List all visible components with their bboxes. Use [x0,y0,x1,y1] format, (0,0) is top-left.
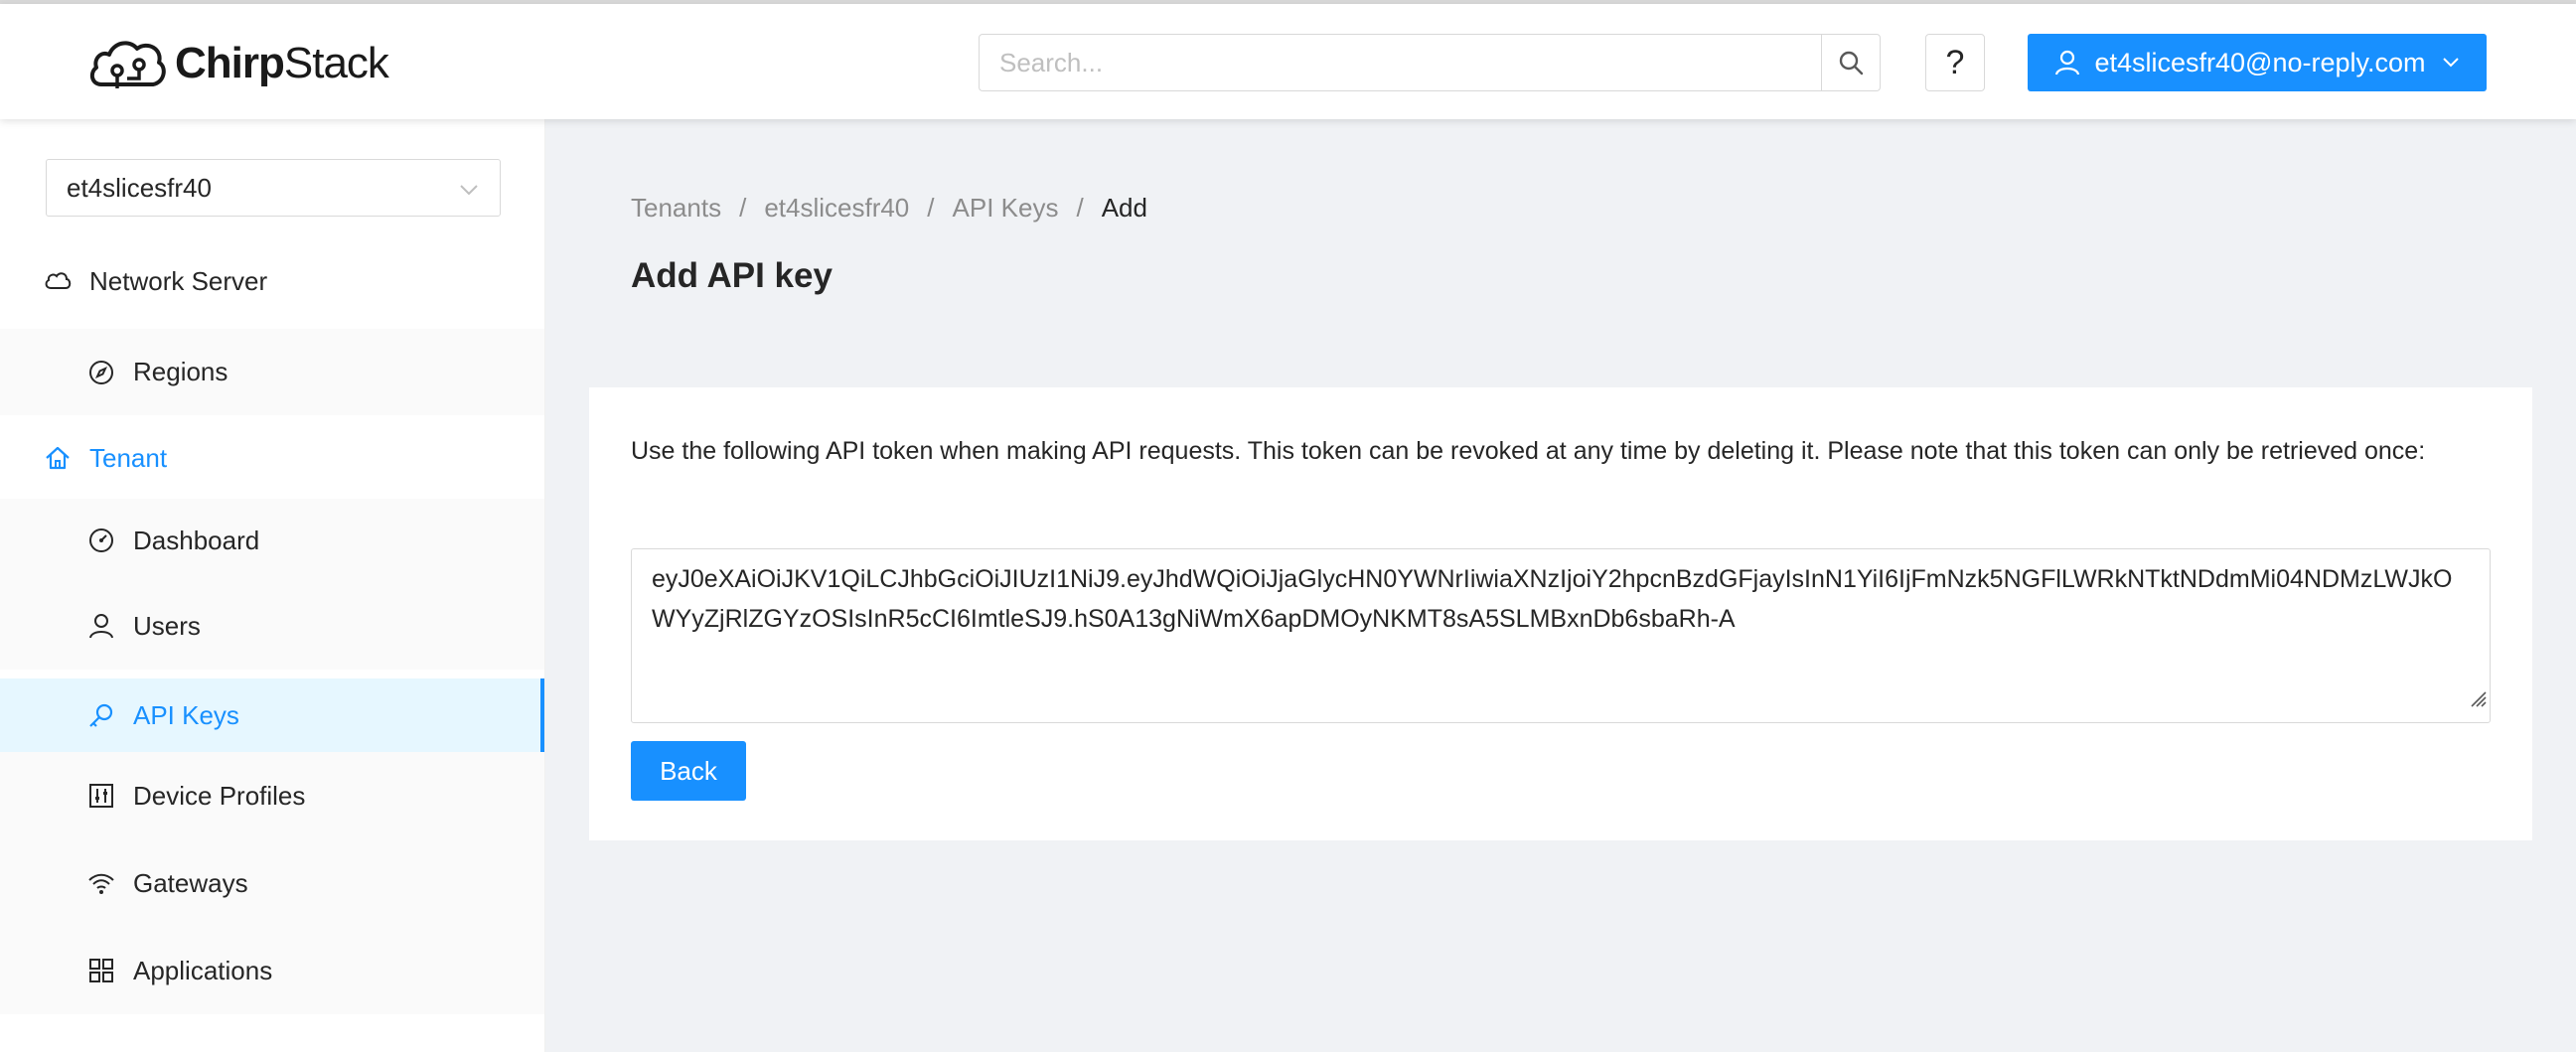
api-token-value: eyJ0eXAiOiJKV1QiLCJhbGciOiJIUzI1NiJ9.eyJ… [652,565,2453,633]
user-icon [2054,50,2080,75]
breadcrumb-tenant[interactable]: et4slicesfr40 [764,193,909,224]
breadcrumb-current: Add [1101,193,1147,223]
breadcrumb-separator: / [927,193,935,223]
chirpstack-logo[interactable]: ChirpStack [87,29,389,98]
cloud-icon [44,267,72,295]
sidebar-item-label: Tenant [89,442,168,473]
sidebar-item-label: Gateways [133,867,248,898]
sidebar-item-regions[interactable]: Regions [0,329,544,415]
sidebar-item-label: Users [133,610,201,641]
token-instructions: Use the following API token when making … [631,437,2426,465]
resize-handle-icon[interactable] [2466,680,2488,720]
sidebar-item-device-profiles[interactable]: Device Profiles [0,752,544,839]
search-icon [1839,51,1864,75]
breadcrumb: Tenants / et4slicesfr40 / API Keys / Add [631,193,1147,224]
user-menu-button[interactable]: et4slicesfr40@no-reply.com [2028,34,2487,91]
back-button[interactable]: Back [631,741,746,801]
sidebar-item-users[interactable]: Users [0,582,544,670]
search-input[interactable] [980,35,1819,90]
sidebar-item-network-server[interactable]: Network Server [0,244,544,318]
sidebar-item-tenant[interactable]: Tenant [0,418,544,498]
tenant-select-value: et4slicesfr40 [67,172,212,203]
chirpstack-logo-icon [89,41,166,88]
sidebar-item-label: API Keys [133,699,239,730]
api-key-card: Use the following API token when making … [589,387,2532,840]
main-content: Tenants / et4slicesfr40 / API Keys / Add… [545,119,2576,1052]
breadcrumb-separator: / [1076,193,1084,223]
sidebar-item-label: Regions [133,357,228,386]
key-icon [87,701,115,729]
global-search [979,34,1881,91]
sidebar-item-label: Device Profiles [133,780,306,811]
wifi-icon [87,869,115,897]
home-icon [44,444,72,472]
tenant-select[interactable]: et4slicesfr40 [46,159,501,217]
sidebar-item-gateways[interactable]: Gateways [0,839,544,927]
sidebar-item-api-keys[interactable]: API Keys [0,678,544,752]
dashboard-icon [87,526,115,554]
chevron-down-icon [458,177,480,208]
grid-icon [87,957,115,984]
breadcrumb-api-keys[interactable]: API Keys [953,193,1059,224]
api-token-textarea[interactable]: eyJ0eXAiOiJKV1QiLCJhbGciOiJIUzI1NiJ9.eyJ… [631,548,2491,723]
logo-text: ChirpStack [175,39,389,87]
compass-icon [87,359,115,386]
top-header: ChirpStack ? et4slicesfr40@no-reply.com [0,4,2576,119]
breadcrumb-tenants[interactable]: Tenants [631,193,721,224]
sidebar-item-label: Network Server [89,265,268,296]
question-icon: ? [1945,43,1965,81]
user-icon [87,612,115,640]
sliders-icon [87,782,115,810]
user-email: et4slicesfr40@no-reply.com [2094,47,2426,77]
sidebar-item-dashboard[interactable]: Dashboard [0,499,544,582]
sidebar: et4slicesfr40 Network Server Regions Ten… [0,119,545,1052]
page-title: Add API key [631,256,833,295]
sidebar-item-label: Dashboard [133,525,260,555]
help-button[interactable]: ? [1925,34,1985,91]
breadcrumb-separator: / [739,193,747,223]
sidebar-item-applications[interactable]: Applications [0,927,544,1014]
search-button[interactable] [1821,35,1880,90]
chevron-down-icon [2442,57,2460,69]
sidebar-item-label: Applications [133,955,273,985]
